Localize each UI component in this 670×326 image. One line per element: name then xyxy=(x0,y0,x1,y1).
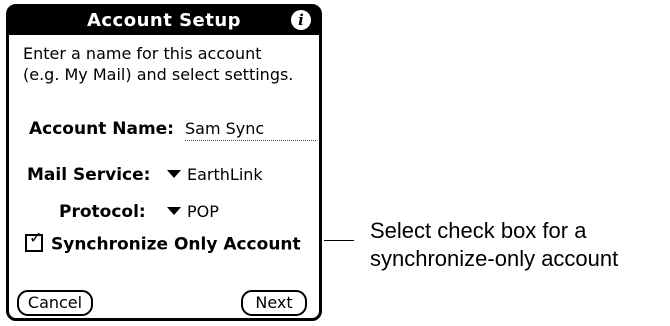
sync-only-checkbox[interactable]: ✓ xyxy=(25,229,43,252)
callout-leader-line xyxy=(324,240,354,241)
callout-text: Select check box for a synchronize-only … xyxy=(370,217,618,273)
protocol-picker[interactable]: POP xyxy=(167,202,219,224)
dialog-title: Account Setup xyxy=(86,10,242,31)
mail-service-label: Mail Service: xyxy=(27,165,151,185)
protocol-label: Protocol: xyxy=(59,202,146,222)
cancel-button[interactable]: Cancel xyxy=(17,290,93,316)
account-name-label: Account Name: xyxy=(29,119,174,139)
instructions-line-1: Enter a name for this account xyxy=(23,44,262,63)
instructions-text: Enter a name for this account (e.g. My M… xyxy=(23,43,313,85)
dropdown-arrow-icon xyxy=(167,206,181,215)
protocol-value: POP xyxy=(187,202,219,221)
info-icon[interactable]: i xyxy=(291,10,311,30)
dropdown-arrow-icon xyxy=(167,169,181,178)
sync-only-label: Synchronize Only Account xyxy=(51,234,301,255)
title-bar: Account Setup i xyxy=(9,7,319,35)
mail-service-picker[interactable]: EarthLink xyxy=(167,165,263,187)
mail-service-value: EarthLink xyxy=(187,165,263,184)
instructions-line-2: (e.g. My Mail) and select settings. xyxy=(23,65,294,84)
next-button[interactable]: Next xyxy=(241,290,307,316)
sync-only-checkbox-row[interactable]: ✓ Synchronize Only Account xyxy=(25,229,301,255)
account-setup-dialog: Account Setup i Enter a name for this ac… xyxy=(6,4,322,321)
checkmark-icon: ✓ xyxy=(29,227,43,247)
callout-line-2: synchronize-only account xyxy=(370,246,619,271)
account-name-input[interactable]: Sam Sync xyxy=(185,118,316,141)
callout-line-1: Select check box for a xyxy=(370,218,587,243)
